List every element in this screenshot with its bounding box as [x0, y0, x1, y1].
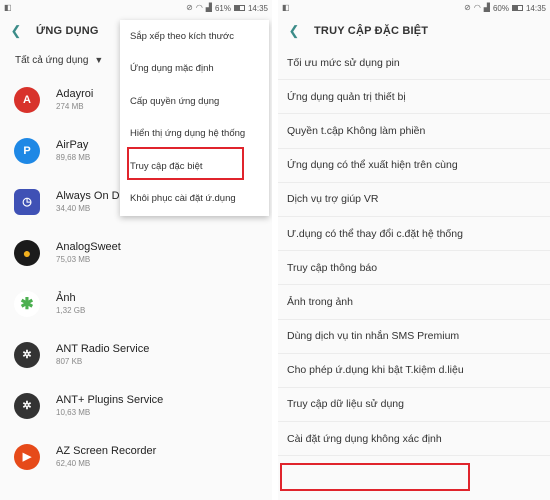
special-access-list: Tối ưu mức sử dụng pin Ứng dụng quản trị … — [278, 46, 550, 457]
battery-icon — [511, 5, 523, 11]
special-access-item[interactable]: Quyền t.cập Không làm phiền — [278, 114, 550, 149]
app-size: 1,32 GB — [56, 306, 86, 315]
app-name: AZ Screen Recorder — [56, 445, 157, 457]
app-size: 10,63 MB — [56, 408, 91, 417]
back-arrow-icon[interactable]: ❮ — [286, 23, 302, 39]
ant-radio-icon: ✲ — [14, 341, 40, 368]
app-row[interactable]: ▶ AZ Screen Recorder 62,40 MB — [0, 431, 272, 482]
app-size: 75,03 MB — [56, 255, 91, 264]
wifi-icon: ◠ — [195, 3, 203, 12]
ant-plugins-icon: ✲ — [14, 392, 40, 419]
app-row[interactable]: ✲ ANT+ Plugins Service 10,63 MB — [0, 380, 272, 431]
always-on-display-icon: ◷ — [14, 188, 40, 215]
app-size: 89,68 MB — [56, 153, 91, 162]
app-name: ANT Radio Service — [56, 343, 150, 355]
mute-icon: ⊘ — [186, 3, 193, 12]
notification-icon: ◧ — [4, 3, 12, 12]
airpay-icon: P — [14, 137, 40, 164]
page-title: TRUY CẬP ĐẶC BIỆT — [314, 25, 429, 37]
app-name: Ảnh — [56, 292, 76, 304]
highlight-unknown-apps — [280, 463, 470, 491]
menu-item[interactable]: Ứng dụng mặc định — [120, 53, 269, 86]
battery-percent: 60% — [492, 3, 509, 13]
page-title: ỨNG DỤNG — [36, 25, 99, 37]
battery-fill — [512, 6, 519, 10]
app-size: 34,40 MB — [56, 204, 91, 213]
special-access-item[interactable]: Ứng dụng quản trị thiết bị — [278, 80, 550, 115]
special-access-item[interactable]: Ảnh trong ảnh — [278, 285, 550, 320]
special-access-item[interactable]: Cho phép ứ.dụng khi bật T.kiệm d.liệu — [278, 354, 550, 388]
app-row[interactable]: ✲ ANT Radio Service 807 KB — [0, 329, 272, 380]
special-access-item[interactable]: Ứng dụng có thể xuất hiện trên cùng — [278, 149, 550, 183]
wifi-icon: ◠ — [473, 3, 481, 12]
special-access-item[interactable]: Tối ưu mức sử dụng pin — [278, 46, 550, 81]
signal-icon: ▟ — [205, 3, 212, 12]
notification-icon: ◧ — [282, 3, 290, 12]
app-size: 807 KB — [56, 357, 83, 366]
app-name: Adayroi — [56, 88, 94, 100]
adayroi-icon: A — [14, 86, 40, 113]
battery-icon — [233, 5, 245, 11]
app-size: 62,40 MB — [56, 459, 91, 468]
app-name: AirPay — [56, 139, 89, 151]
highlight-special-access — [127, 147, 244, 180]
special-access-item[interactable]: Truy cập dữ liệu sử dụng — [278, 388, 550, 423]
status-bar: ◧ ⊘ ◠ ▟ 60% 14:35 — [278, 0, 550, 16]
battery-percent: 61% — [214, 3, 231, 13]
app-name: ANT+ Plugins Service — [56, 394, 164, 406]
app-bar: ❮ TRUY CẬP ĐẶC BIỆT — [278, 16, 550, 46]
menu-item[interactable]: Cấp quyền ứng dụng — [120, 85, 269, 118]
menu-item[interactable]: Khôi phục cài đặt ứ.dụng — [120, 183, 269, 216]
back-arrow-icon[interactable]: ❮ — [8, 23, 24, 39]
az-recorder-icon: ▶ — [14, 443, 40, 470]
app-name: AnalogSweet — [56, 241, 121, 253]
special-access-item[interactable]: Ư.dụng có thể thay đổi c.đặt hệ thống — [278, 217, 550, 252]
photos-icon: ✱ — [14, 290, 40, 317]
app-list-screen: ◧ ⊘ ◠ ▟ 61% 14:35 ❮ ỨNG DỤNG Tất cả ứng … — [0, 0, 272, 500]
menu-item[interactable]: Sắp xếp theo kích thước — [120, 20, 269, 53]
app-row[interactable]: ✱ Ảnh 1,32 GB — [0, 278, 272, 329]
menu-item[interactable]: Hiển thị ứng dụng hệ thống — [120, 118, 269, 151]
clock: 14:35 — [525, 3, 546, 13]
special-access-item[interactable]: Cài đặt ứng dụng không xác định — [278, 422, 550, 457]
clock: 14:35 — [247, 3, 268, 13]
app-size: 274 MB — [56, 102, 84, 111]
mute-icon: ⊘ — [464, 3, 471, 12]
signal-icon: ▟ — [483, 3, 490, 12]
battery-fill — [234, 6, 241, 10]
app-filter-label: Tất cả ứng dụng — [15, 54, 89, 66]
overflow-menu: Sắp xếp theo kích thước Ứng dụng mặc định… — [120, 20, 269, 216]
special-access-item[interactable]: Truy cập thông báo — [278, 251, 550, 286]
dropdown-caret-icon: ▼ — [94, 55, 104, 65]
special-access-screen: ◧ ⊘ ◠ ▟ 60% 14:35 ❮ TRUY CẬP ĐẶC BIỆT Tố… — [278, 0, 550, 500]
app-name: Always On D — [56, 190, 120, 202]
analogsweet-icon: ● — [14, 239, 40, 266]
special-access-item[interactable]: Dịch vụ trợ giúp VR — [278, 183, 550, 217]
app-row[interactable]: ● AnalogSweet 75,03 MB — [0, 227, 272, 278]
special-access-item[interactable]: Dùng dịch vụ tin nhắn SMS Premium — [278, 320, 550, 354]
status-bar: ◧ ⊘ ◠ ▟ 61% 14:35 — [0, 0, 272, 16]
